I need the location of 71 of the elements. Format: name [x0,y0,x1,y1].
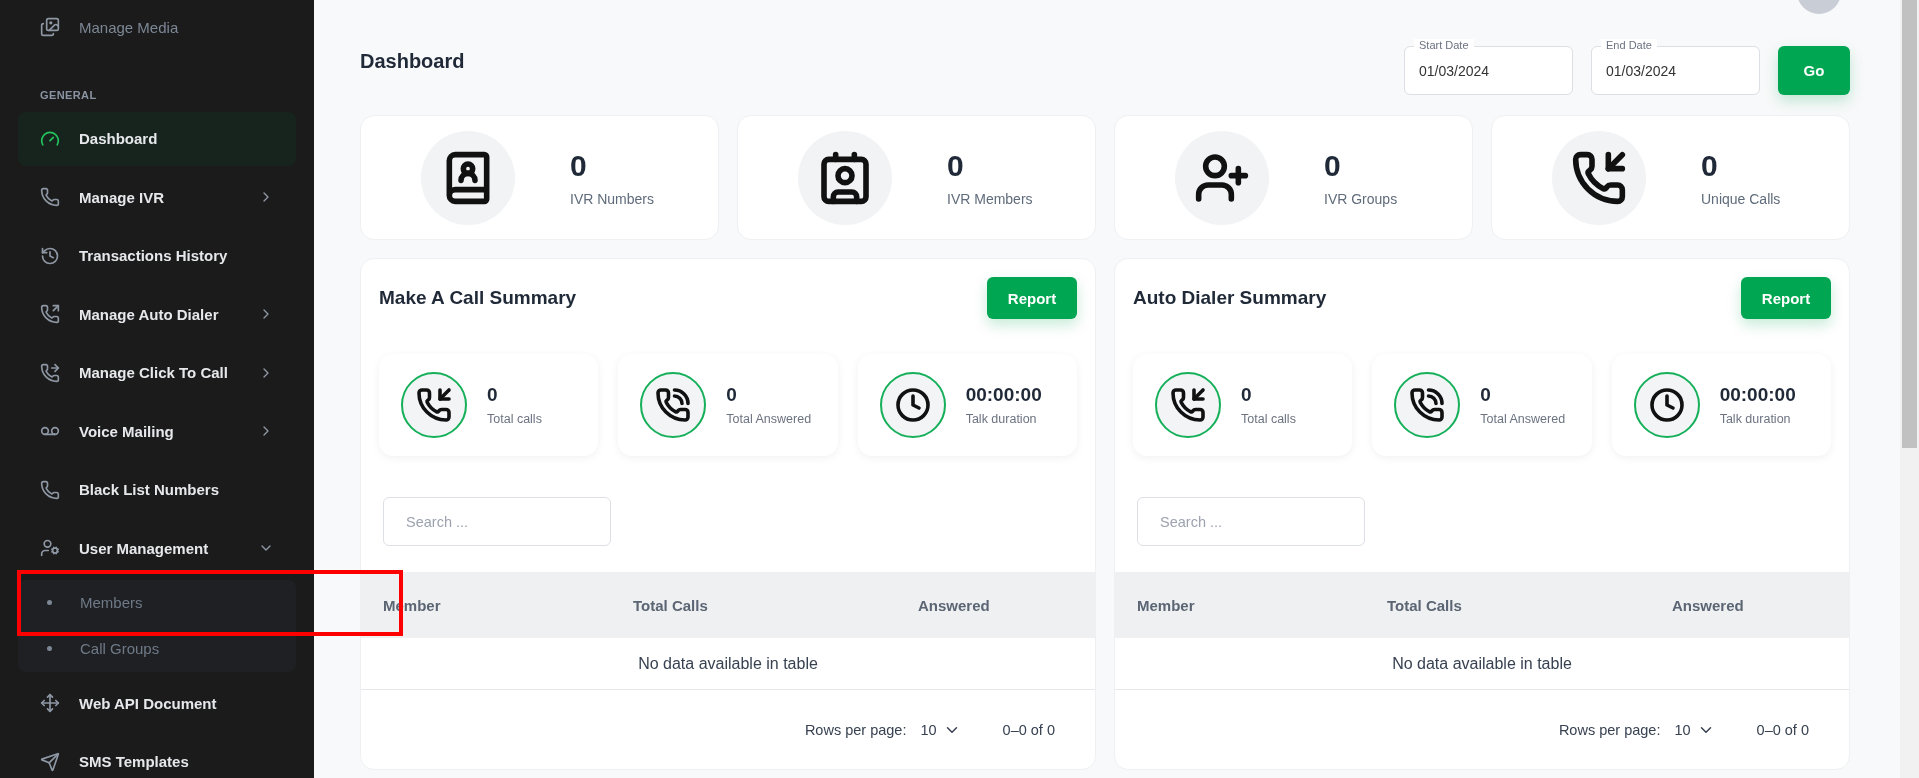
column-header: Total Calls [633,596,709,614]
phone-icon [40,187,60,207]
search-field[interactable]: Search ... [1137,497,1365,546]
images-icon [40,17,60,37]
move-arrows-icon [40,693,60,713]
sidebar-item[interactable]: Manage Auto Dialer [18,287,296,341]
metric-value: 0 [487,384,499,406]
search-field[interactable]: Search ... [383,497,611,546]
stat-label: IVR Members [947,190,1033,207]
stat-label: Unique Calls [1701,190,1781,207]
history-icon [40,245,60,266]
phone-icon [40,479,60,500]
stat-value: 0 [947,148,965,183]
phone-call-icon [1409,387,1446,423]
metric-value: 00:00:00 [1719,384,1796,406]
sidebar-item[interactable]: Manage IVR [18,170,296,224]
metric-value: 00:00:00 [965,384,1042,406]
metric-value: 0 [1241,384,1253,406]
stat-value: 0 [1701,148,1719,183]
sidebar-item[interactable]: SMS Templates [18,734,296,778]
sidebar-item[interactable]: Manage Media [18,0,296,54]
rows-per-page-select[interactable]: 10 [1674,721,1715,739]
metric-value: 0 [1480,384,1492,406]
clock-icon [1648,387,1685,423]
metric-label: Total calls [1241,412,1296,426]
column-header: Answered [918,596,991,614]
sidebar-item[interactable]: Voice Mailing [18,404,296,458]
stat-value: 0 [570,148,588,183]
sidebar-item[interactable]: Manage Click To Call [18,345,296,400]
stat-label: IVR Numbers [570,190,655,207]
rows-per-page-label: Rows per page: [804,722,907,738]
submenu-item[interactable]: Call Groups [18,625,296,672]
user-cog-icon [40,538,60,558]
pagination-range: 0–0 of 0 [1756,722,1809,738]
stat-label: IVR Groups [1324,190,1398,207]
panel-title: Auto Dialer Summary [1133,287,1327,309]
section-title: GENERAL [40,88,98,101]
column-header: Member [1137,596,1196,614]
scrollbar[interactable] [1900,0,1919,778]
panel-title: Make A Call Summary [379,287,577,309]
metric-label: Talk duration [965,412,1038,426]
phone-incoming-icon [1170,387,1206,423]
rows-per-page-select[interactable]: 10 [920,721,961,739]
field-label: End Date [1601,39,1657,52]
phone-incoming-icon [416,387,452,423]
sidebar-item[interactable]: User Management [18,521,296,575]
submenu-item[interactable]: Members [18,579,296,626]
sidebar-item[interactable]: Transactions History [18,228,296,283]
sidebar-item[interactable]: Black List Numbers [18,462,296,517]
page-title: Dashboard [360,50,465,73]
phone-incoming-icon [1571,149,1627,206]
phone-outgoing-icon [40,304,60,324]
phone-call-icon [655,387,692,423]
empty-table-message: No data available in table [638,654,818,673]
metric-label: Total Answered [1480,412,1566,426]
clock-icon [894,387,931,423]
metric-label: Total calls [487,412,542,426]
rows-per-page-label: Rows per page: [1558,722,1661,738]
send-icon [40,751,60,772]
pagination-range: 0–0 of 0 [1002,722,1055,738]
column-header: Answered [1672,596,1745,614]
field-label: Start Date [1414,39,1474,52]
sidebar-item[interactable]: Dashboard [18,111,296,166]
phone-forwarded-icon [40,362,60,383]
metric-label: Total Answered [726,412,812,426]
stat-value: 0 [1324,148,1342,183]
sidebar-item[interactable]: Web API Document [18,676,296,730]
metric-value: 0 [726,384,738,406]
column-header: Total Calls [1387,596,1463,614]
metric-label: Talk duration [1719,412,1792,426]
empty-table-message: No data available in table [1392,654,1572,673]
